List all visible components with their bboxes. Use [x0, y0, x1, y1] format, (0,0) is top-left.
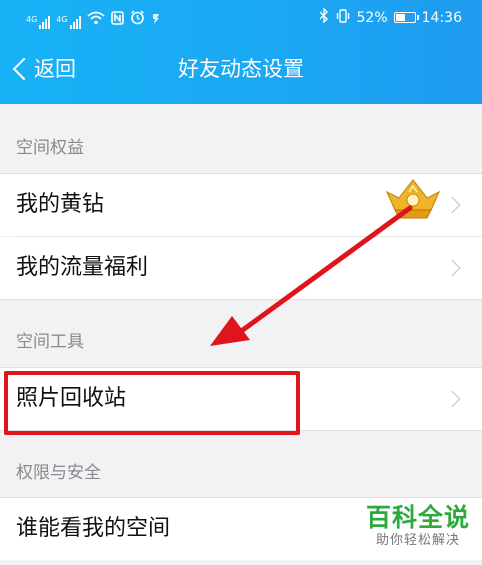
- list-item-data-benefits[interactable]: 我的流量福利: [0, 237, 482, 299]
- status-left: 4G 4G: [26, 9, 161, 29]
- chevron-right-icon: [443, 259, 461, 277]
- screen: 4G 4G 52% 14:36 返回 好友动态设置 空间权益 我的黄钻 我的流量…: [0, 0, 482, 565]
- app-header: 4G 4G 52% 14:36 返回 好友动态设置: [0, 0, 482, 104]
- nfc-icon: [110, 11, 124, 29]
- watermark-main: 百科全说: [365, 503, 470, 532]
- vibrate-icon: [335, 8, 351, 27]
- signal-label: 4G: [26, 15, 38, 24]
- list-item-label: 谁能看我的空间: [16, 516, 171, 541]
- clock: 14:36: [421, 9, 462, 26]
- watermark-sub: 助你轻松解决: [375, 533, 460, 548]
- status-right: 52% 14:36: [319, 7, 462, 27]
- alarm-icon: [130, 10, 145, 29]
- list-item-label: 我的黄钻: [16, 192, 105, 217]
- list-item-label: 我的流量福利: [16, 255, 149, 280]
- signal-label: 4G: [56, 15, 68, 24]
- page-title: 好友动态设置: [178, 57, 304, 81]
- yellow-diamond-crown-icon: [385, 178, 441, 224]
- divider: [0, 299, 482, 300]
- wifi-icon: [87, 11, 105, 29]
- bluetooth-icon: [319, 7, 329, 27]
- signal-icon: 4G: [26, 15, 51, 29]
- battery-percent: 52%: [356, 9, 388, 26]
- section-header: 空间权益: [16, 138, 84, 158]
- chevron-right-icon: [443, 390, 461, 408]
- chevron-right-icon: [443, 196, 461, 214]
- status-bar: 4G 4G 52% 14:36: [0, 0, 482, 38]
- title-bar: 返回 好友动态设置: [0, 38, 482, 104]
- watermark: 百科全说 助你轻松解决: [366, 503, 470, 549]
- annotation-highlight-box: [4, 371, 300, 435]
- battery-fill: [395, 14, 405, 21]
- section-header: 权限与安全: [16, 463, 101, 483]
- signal-icon: 4G: [56, 15, 81, 29]
- section-header: 空间工具: [16, 332, 84, 352]
- battery-icon: [393, 12, 419, 23]
- notification-icon: [151, 11, 161, 29]
